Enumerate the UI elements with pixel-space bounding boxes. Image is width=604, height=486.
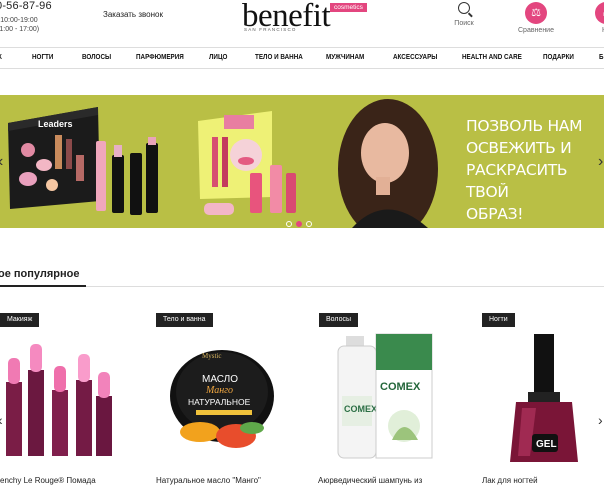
product-title[interactable]: venchy Le Rouge® Помада xyxy=(0,476,96,485)
carousel-next-arrow[interactable]: › xyxy=(598,412,603,428)
scales-icon: ⚖ xyxy=(525,2,547,24)
nav-item-health-care[interactable]: Health and care xyxy=(462,54,522,61)
banner-dot[interactable] xyxy=(306,221,312,227)
nav-item-hair[interactable]: Волосы xyxy=(82,54,111,61)
product-title[interactable]: Лак для ногтей xyxy=(482,476,538,485)
jar-text: НАТУРАЛЬНОЕ xyxy=(188,397,251,407)
product-category-badge: Макияж xyxy=(0,313,40,327)
banner-pagination xyxy=(286,214,316,232)
banner-headline-line: Позволь нам xyxy=(466,117,583,135)
jar-brand: Mystic xyxy=(202,352,221,360)
shampoo-brand: COMEX xyxy=(380,381,421,393)
search-label: Поиск xyxy=(454,20,474,27)
cart-button[interactable]: ⌂ Ко xyxy=(586,2,604,34)
section-underline xyxy=(0,285,86,287)
search-button[interactable]: Поиск xyxy=(444,2,484,27)
section-divider xyxy=(0,286,604,287)
product-image-lipsticks[interactable] xyxy=(0,330,120,468)
nav-item-face[interactable]: Лицо xyxy=(209,54,227,61)
shampoo-brand: COMEX xyxy=(344,404,377,414)
banner-headline-line: раскрасить твой xyxy=(466,161,568,201)
nav-item-gifts[interactable]: Подарки xyxy=(543,54,574,61)
product-image-nail-polish[interactable]: GEL xyxy=(488,330,604,468)
site-header: 0-56-87-96 - 10:00-19:00 11:00 - 17:00) … xyxy=(0,0,604,46)
product-title[interactable]: Натуральное масло "Манго" xyxy=(156,476,261,485)
logo-badge: cosmetics xyxy=(330,3,367,12)
banner-headline-line: освежить и xyxy=(466,139,572,157)
cart-icon: ⌂ xyxy=(595,2,604,24)
product-category-badge: Ногти xyxy=(482,313,515,327)
page: 0-56-87-96 - 10:00-19:00 11:00 - 17:00) … xyxy=(0,0,604,486)
jar-text: Манго xyxy=(205,385,233,396)
logo-subtitle: SAN FRANCISCO xyxy=(244,27,297,32)
nav-item[interactable]: Б xyxy=(599,54,604,61)
brand-logo[interactable]: benefit SAN FRANCISCO cosmetics xyxy=(242,0,382,40)
box-label: Leaders xyxy=(38,119,73,129)
nav-item-body-bath[interactable]: Тело и ванна xyxy=(255,54,303,61)
nav-item-men[interactable]: Мужчинам xyxy=(326,54,364,61)
carousel-prev-arrow[interactable]: ‹ xyxy=(0,412,3,428)
product-title[interactable]: Аюрведический шампунь из xyxy=(318,476,422,485)
polish-label: GEL xyxy=(536,439,557,450)
product-category-badge: Тело и ванна xyxy=(156,313,213,327)
banner-prev-arrow[interactable]: ‹ xyxy=(0,153,3,171)
nav-item-accessories[interactable]: Аксессуары xyxy=(393,54,437,61)
hours-line: - 10:00-19:00 xyxy=(0,17,38,24)
nav-item[interactable]: К xyxy=(0,54,2,61)
phone-number[interactable]: 0-56-87-96 xyxy=(0,0,52,12)
jar-text: МАСЛО xyxy=(202,374,238,385)
product-image-shampoo[interactable]: COMEX COMEX xyxy=(332,330,452,468)
search-icon xyxy=(458,2,470,14)
working-hours: - 10:00-19:00 11:00 - 17:00) xyxy=(0,16,39,34)
promo-banner[interactable]: Leaders ПОЗВОЛЬ НАМ ОСВЕЖИТЬ И РАСКРАСИТ… xyxy=(0,95,604,228)
hours-line: 11:00 - 17:00) xyxy=(0,26,40,33)
compare-label: Сравнение xyxy=(518,27,554,34)
main-nav: К Ногти Волосы Парфюмерия Лицо Тело и ва… xyxy=(0,47,604,69)
callback-link[interactable]: Заказать звонок xyxy=(103,10,163,19)
banner-dot[interactable] xyxy=(286,221,292,227)
section-title: ое популярное xyxy=(0,268,80,280)
nav-item-nails[interactable]: Ногти xyxy=(32,54,53,61)
product-category-badge: Волосы xyxy=(319,313,358,327)
product-image-mango-butter[interactable]: Mystic МАСЛО Манго НАТУРАЛЬНОЕ xyxy=(166,330,286,468)
banner-dot-active[interactable] xyxy=(296,221,302,227)
nav-item-perfume[interactable]: Парфюмерия xyxy=(136,54,184,61)
compare-button[interactable]: ⚖ Сравнение xyxy=(516,2,556,34)
banner-headline-line: образ! xyxy=(466,205,524,223)
banner-headline: Позволь нам освежить и раскрасить твой о… xyxy=(466,115,604,225)
banner-next-arrow[interactable]: › xyxy=(598,153,603,171)
